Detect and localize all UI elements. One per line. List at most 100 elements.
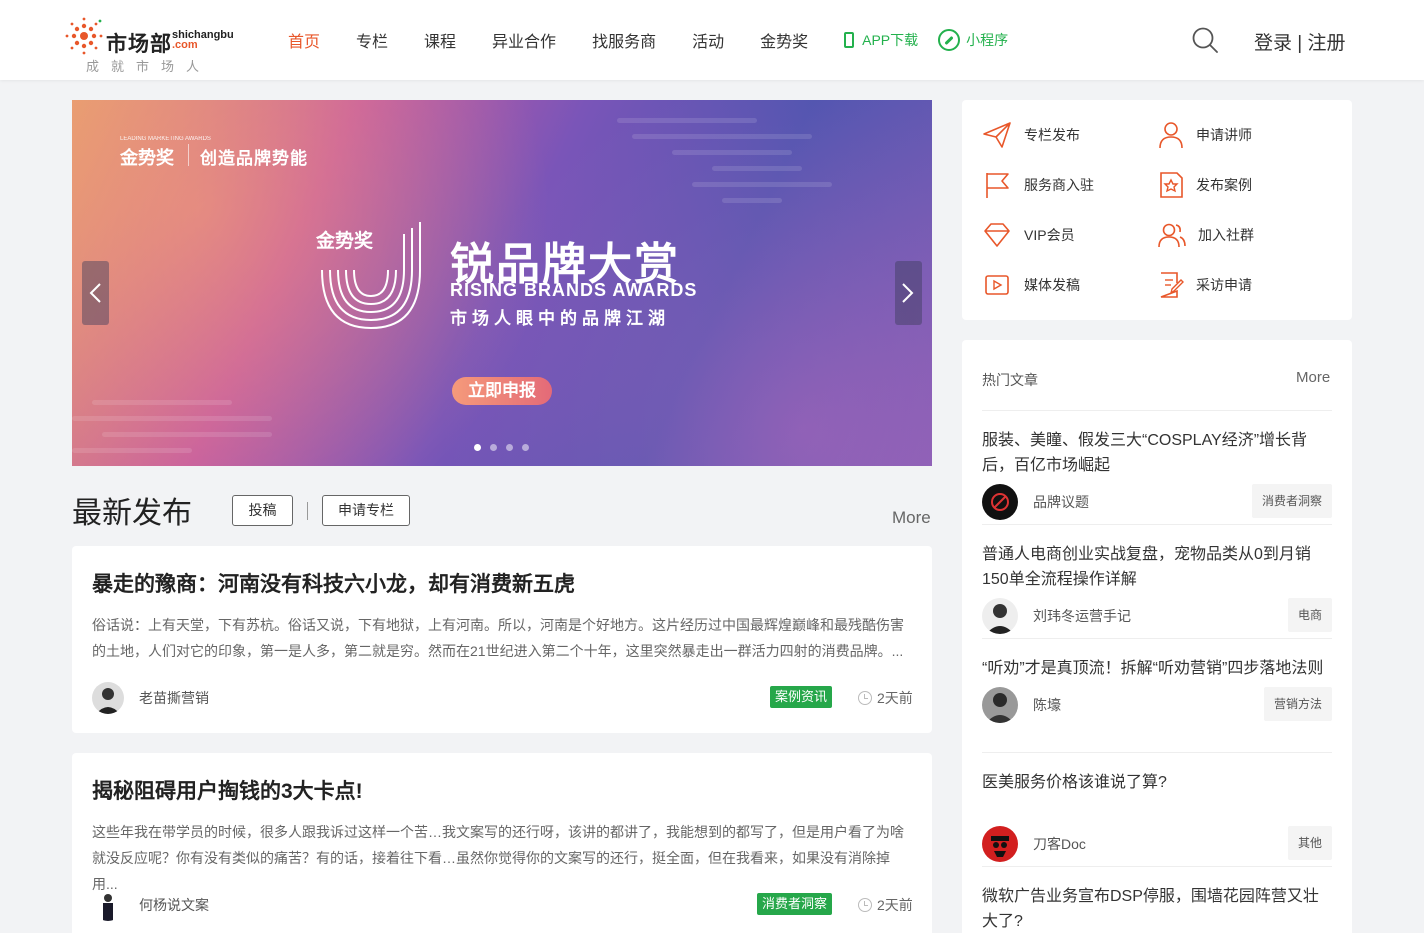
divider xyxy=(982,866,1332,867)
logo-domain-bottom: .com xyxy=(172,39,198,51)
banner-apply-button[interactable]: 立即申报 xyxy=(452,377,552,405)
nav-item-events[interactable]: 活动 xyxy=(692,28,724,52)
phone-icon xyxy=(844,32,855,48)
action-join-community[interactable]: 加入社群 xyxy=(1158,221,1254,249)
nav-item-cooperation[interactable]: 异业合作 xyxy=(492,28,556,52)
logo-burst-icon xyxy=(65,17,103,55)
action-label: 采访申请 xyxy=(1196,277,1252,293)
action-publish-case[interactable]: 发布案例 xyxy=(1158,171,1252,199)
author-name[interactable]: 刀客Doc xyxy=(1033,834,1086,854)
category-tag[interactable]: 消费者洞察 xyxy=(757,893,833,915)
logo-domain: shichangbu .com xyxy=(172,30,234,51)
search-icon[interactable] xyxy=(1192,27,1218,53)
banner-small-logo-text: 金势奖 xyxy=(120,148,174,168)
nav-item-providers[interactable]: 找服务商 xyxy=(592,28,656,52)
banner-dot-1[interactable] xyxy=(474,444,481,451)
hot-article-title[interactable]: “听劝”才是真顶流！拆解“听劝营销”四步落地法则 xyxy=(982,656,1332,681)
top-header: 市场部 shichangbu .com 成就市场人 首页 专栏 课程 异业合作 … xyxy=(0,0,1424,80)
action-interview-apply[interactable]: 采访申请 xyxy=(1158,271,1252,299)
chevron-left-icon xyxy=(89,283,101,303)
play-icon xyxy=(985,275,1009,295)
avatar[interactable] xyxy=(982,687,1018,723)
category-tag[interactable]: 电商 xyxy=(1287,598,1332,632)
category-tag[interactable]: 案例资讯 xyxy=(770,686,833,708)
author-name[interactable]: 品牌议题 xyxy=(1033,492,1089,512)
article-card[interactable]: 暴走的豫商：河南没有科技六小龙，却有消费新五虎 俗话说：上有天堂，下有苏杭。俗话… xyxy=(72,546,932,733)
action-apply-lecturer[interactable]: 申请讲师 xyxy=(1158,121,1252,149)
list-item[interactable]: 医美服务价格该谁说了算? 刀客Doc 其他 xyxy=(982,770,1332,862)
hot-article-title[interactable]: 微软广告业务宣布DSP停服，围墙花园阵营又壮大了? xyxy=(982,884,1332,933)
app-download-link[interactable]: APP下载 xyxy=(844,30,918,50)
submit-article-button[interactable]: 投稿 xyxy=(232,495,293,526)
banner-dot-3[interactable] xyxy=(506,444,513,451)
avatar[interactable] xyxy=(92,889,124,921)
list-item[interactable]: 普通人电商创业实战复盘，宠物品类从0到月销150单全流程操作详解 刘玮冬运营手记… xyxy=(982,542,1332,634)
banner-prev-button[interactable] xyxy=(82,261,109,325)
category-tag[interactable]: 消费者洞察 xyxy=(1251,484,1332,518)
action-column-publish[interactable]: 专栏发布 xyxy=(982,121,1080,149)
hot-articles-panel: 热门文章 More 服装、美瞳、假发三大“COSPLAY经济”增长背后，百亿市场… xyxy=(962,340,1352,933)
clock-icon xyxy=(858,691,872,705)
article-card[interactable]: 揭秘阻碍用户掏钱的3大卡点! 这些年我在带学员的时候，很多人跟我诉过这样一个苦…… xyxy=(72,753,932,933)
author-name[interactable]: 何杨说文案 xyxy=(139,895,209,915)
category-tag[interactable]: 营销方法 xyxy=(1263,687,1332,721)
banner-dot-4[interactable] xyxy=(522,444,529,451)
banner-dot-2[interactable] xyxy=(490,444,497,451)
divider xyxy=(982,638,1332,639)
mini-program-label: 小程序 xyxy=(966,32,1009,48)
banner-tagline: 创造品牌势能 xyxy=(200,149,308,168)
nav-item-courses[interactable]: 课程 xyxy=(424,28,456,52)
banner-divider xyxy=(188,144,189,166)
banner-title-en: RISING BRANDS AWARDS xyxy=(450,280,698,300)
action-vip[interactable]: VIP会员 xyxy=(982,221,1075,249)
mini-program-icon xyxy=(938,29,961,51)
action-media-release[interactable]: 媒体发稿 xyxy=(982,271,1080,299)
nav-item-column[interactable]: 专栏 xyxy=(356,28,388,52)
avatar[interactable] xyxy=(982,826,1018,862)
action-label: 发布案例 xyxy=(1196,177,1252,193)
action-provider-join[interactable]: 服务商入驻 xyxy=(982,171,1094,199)
logo-slogan: 成就市场人 xyxy=(86,59,212,74)
hot-article-meta: 陈壕 营销方法 xyxy=(982,687,1332,723)
app-download-label: APP下载 xyxy=(862,32,919,48)
article-excerpt: 俗话说：上有天堂，下有苏杭。俗话又说，下有地狱，上有河南。所以，河南是个好地方。… xyxy=(92,617,904,659)
apply-column-button[interactable]: 申请专栏 xyxy=(322,495,410,526)
mini-program-link[interactable]: 小程序 xyxy=(938,29,1008,51)
author-name[interactable]: 老苗撕营销 xyxy=(139,688,209,708)
group-icon xyxy=(1158,223,1186,248)
nav-item-awards[interactable]: 金势奖 xyxy=(760,28,808,52)
author-name[interactable]: 刘玮冬运营手记 xyxy=(1033,606,1131,626)
paper-plane-icon xyxy=(983,122,1011,148)
hot-article-title[interactable]: 医美服务价格该谁说了算? xyxy=(982,770,1332,795)
banner-center-logo-text: 金势奖 xyxy=(316,231,374,252)
avatar[interactable] xyxy=(92,682,124,714)
avatar[interactable] xyxy=(982,598,1018,634)
hot-article-meta: 刘玮冬运营手记 电商 xyxy=(982,598,1332,634)
action-label: 专栏发布 xyxy=(1024,127,1080,143)
nav-item-home[interactable]: 首页 xyxy=(288,28,320,52)
divider xyxy=(982,524,1332,525)
banner-next-button[interactable] xyxy=(895,261,922,325)
list-item[interactable]: 微软广告业务宣布DSP停服，围墙花园阵营又壮大了? xyxy=(982,884,1332,933)
avatar[interactable] xyxy=(982,484,1018,520)
action-label: VIP会员 xyxy=(1024,227,1075,243)
action-label: 服务商入驻 xyxy=(1024,177,1094,193)
hot-article-title[interactable]: 普通人电商创业实战复盘，宠物品类从0到月销150单全流程操作详解 xyxy=(982,542,1332,592)
article-title[interactable]: 揭秘阻碍用户掏钱的3大卡点! xyxy=(92,775,363,805)
list-item[interactable]: “听劝”才是真顶流！拆解“听劝营销”四步落地法则 陈壕 营销方法 xyxy=(982,656,1332,723)
hot-more-link[interactable]: More xyxy=(1296,369,1330,386)
hot-article-title[interactable]: 服装、美瞳、假发三大“COSPLAY经济”增长背后，百亿市场崛起 xyxy=(982,428,1332,478)
site-logo[interactable]: 市场部 shichangbu .com 成就市场人 xyxy=(64,10,234,74)
banner-small-logo-caption: LEADING MARKETING AWARDS xyxy=(120,136,211,142)
publish-time-label: 2天前 xyxy=(877,690,913,706)
category-tag[interactable]: 其他 xyxy=(1287,826,1332,860)
latest-more-link[interactable]: More xyxy=(892,508,931,528)
user-icon xyxy=(1159,122,1183,149)
edit-doc-icon xyxy=(1160,272,1184,298)
list-item[interactable]: 服装、美瞳、假发三大“COSPLAY经济”增长背后，百亿市场崛起 品牌议题 消费… xyxy=(982,428,1332,520)
article-title[interactable]: 暴走的豫商：河南没有科技六小龙，却有消费新五虎 xyxy=(92,568,575,598)
clock-icon xyxy=(858,898,872,912)
author-name[interactable]: 陈壕 xyxy=(1033,695,1061,715)
hero-banner[interactable]: LEADING MARKETING AWARDS 金势奖 创造品牌势能 金势奖 … xyxy=(72,100,932,466)
login-register-link[interactable]: 登录 | 注册 xyxy=(1254,28,1346,55)
